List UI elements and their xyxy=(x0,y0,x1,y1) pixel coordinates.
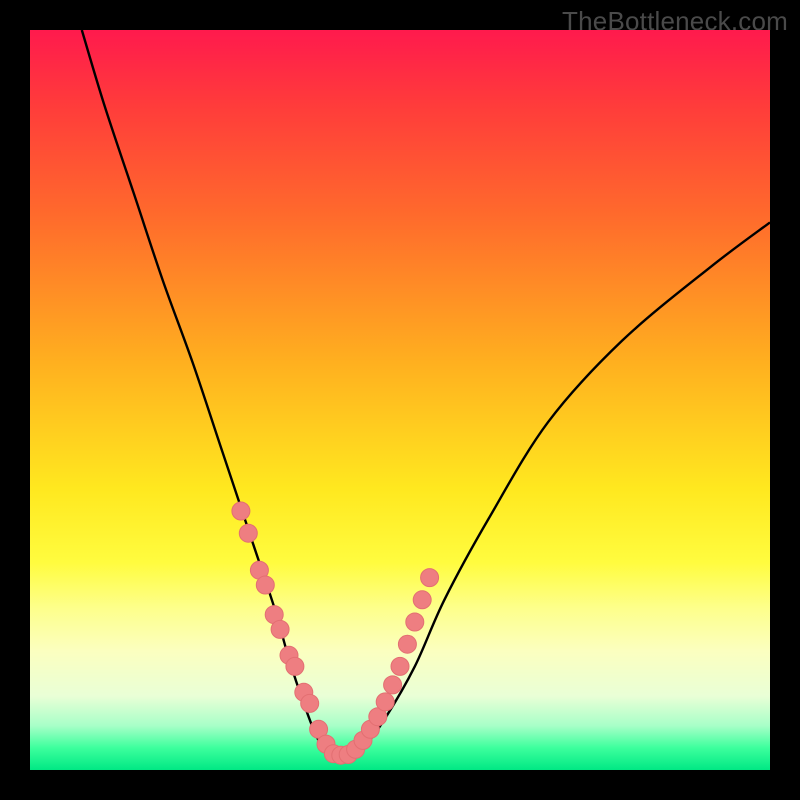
curve-marker xyxy=(384,676,402,694)
curve-marker xyxy=(413,591,431,609)
plot-area xyxy=(30,30,770,770)
curve-marker xyxy=(421,569,439,587)
curve-marker xyxy=(301,694,319,712)
bottleneck-curve-svg xyxy=(30,30,770,770)
curve-marker xyxy=(239,524,257,542)
curve-marker xyxy=(391,657,409,675)
curve-marker xyxy=(286,657,304,675)
curve-group xyxy=(82,30,770,757)
curve-marker xyxy=(406,613,424,631)
chart-frame: TheBottleneck.com xyxy=(0,0,800,800)
curve-marker xyxy=(271,620,289,638)
curve-marker xyxy=(232,502,250,520)
curve-marker xyxy=(398,635,416,653)
marker-group xyxy=(232,502,439,764)
curve-marker xyxy=(376,693,394,711)
curve-marker xyxy=(256,576,274,594)
bottleneck-curve xyxy=(82,30,770,757)
